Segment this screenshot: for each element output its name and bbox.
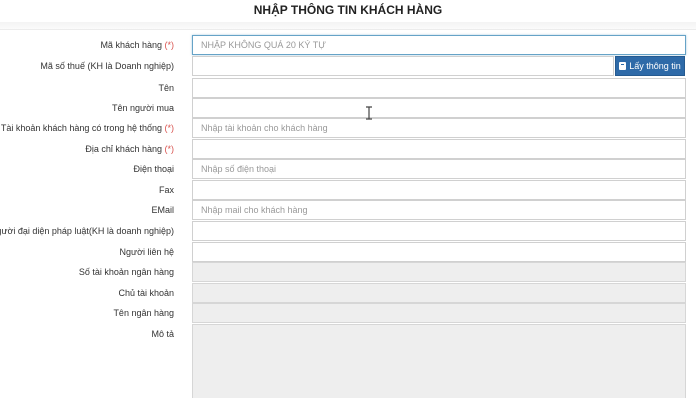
customer-account-input[interactable]: Nhập tài khoản cho khách hàng [192,118,686,138]
email-label: EMail [151,205,174,215]
row-account-holder: Chủ tài khoản [0,283,696,303]
row-name: Tên [0,78,696,98]
buyer-name-label: Tên người mua [112,103,174,113]
book-icon [619,62,627,70]
header-divider [0,22,696,30]
row-email: EMail Nhập mail cho khách hàng [0,200,696,220]
row-customer-code: Mã khách hàng (*) NHẬP KHÔNG QUÁ 20 KÝ T… [0,35,696,55]
description-textarea[interactable] [192,324,686,398]
buyer-name-input[interactable] [192,98,686,118]
bank-account-number-label: Số tài khoản ngân hàng [78,267,174,277]
row-phone: Điện thoại Nhập số điện thoại [0,159,696,179]
lookup-info-button-label: Lấy thông tin [629,61,681,71]
row-fax: Fax [0,180,696,200]
name-label: Tên [158,83,174,93]
email-input[interactable]: Nhập mail cho khách hàng [192,200,686,220]
page-title: NHẬP THÔNG TIN KHÁCH HÀNG [253,3,443,17]
account-holder-input[interactable] [192,283,686,303]
address-label: Địa chỉ khách hàng (*) [85,139,174,159]
address-label-text: Địa chỉ khách hàng [85,144,162,154]
text-cursor-icon [366,106,372,120]
bank-name-input[interactable] [192,303,686,323]
customer-account-label: Tài khoản khách hàng có trong hệ thống (… [1,118,174,138]
account-holder-label: Chủ tài khoản [118,288,174,298]
row-tax-code: Mã số thuế (KH là Doanh nghiệp) Lấy thôn… [0,56,696,76]
row-description: Mô tả [0,324,696,398]
contact-person-input[interactable] [192,242,686,262]
required-marker: (*) [164,123,175,133]
tax-code-input[interactable] [192,56,614,76]
row-buyer-name: Tên người mua [0,98,696,118]
row-contact-person: Người liên hệ [0,242,696,262]
contact-person-label: Người liên hệ [119,247,174,257]
legal-representative-label: Người đại diện pháp luật(KH là doanh ngh… [0,226,174,236]
customer-code-label-text: Mã khách hàng [100,40,162,50]
required-marker: (*) [164,40,175,50]
lookup-info-button[interactable]: Lấy thông tin [615,56,685,76]
fax-label: Fax [158,185,174,195]
bank-account-number-input[interactable] [192,262,686,282]
fax-input[interactable] [192,180,686,200]
row-bank-account-number: Số tài khoản ngân hàng [0,262,696,282]
row-customer-account: Tài khoản khách hàng có trong hệ thống (… [0,118,696,138]
customer-code-label: Mã khách hàng (*) [100,35,174,55]
name-input[interactable] [192,78,686,98]
phone-label: Điện thoại [133,164,174,174]
bank-name-label: Tên ngân hàng [113,308,174,318]
address-input[interactable] [192,139,686,159]
phone-input[interactable]: Nhập số điện thoại [192,159,686,179]
row-legal-representative: Người đại diện pháp luật(KH là doanh ngh… [0,221,696,241]
customer-account-label-text: Tài khoản khách hàng có trong hệ thống [0,123,162,133]
row-bank-name: Tên ngân hàng [0,303,696,323]
row-address: Địa chỉ khách hàng (*) [0,139,696,159]
legal-representative-input[interactable] [192,221,686,241]
tax-code-label: Mã số thuế (KH là Doanh nghiệp) [40,61,174,71]
description-label: Mô tả [151,329,174,339]
required-marker: (*) [164,144,175,154]
customer-code-input[interactable]: NHẬP KHÔNG QUÁ 20 KÝ TỰ [192,35,686,55]
